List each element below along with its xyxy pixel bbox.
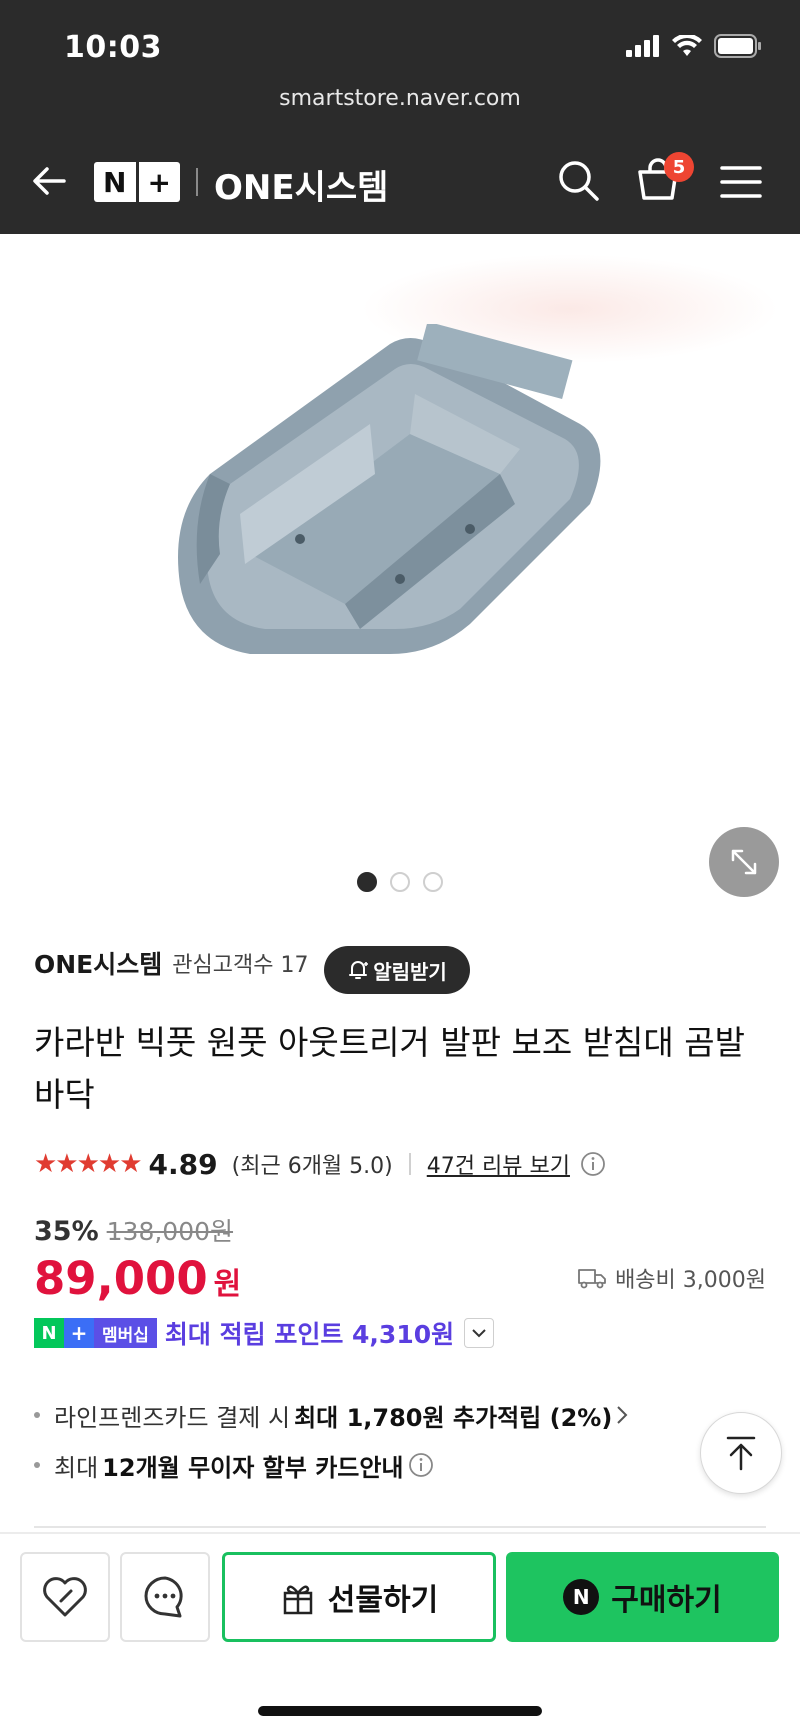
discount-row: 35% 138,000원 bbox=[34, 1212, 233, 1248]
wifi-icon bbox=[672, 35, 702, 56]
membership-badge-n: N bbox=[34, 1318, 64, 1348]
gift-button[interactable]: 선물하기 bbox=[222, 1552, 496, 1642]
gallery-dot-1[interactable] bbox=[357, 872, 377, 892]
bell-plus-icon bbox=[349, 961, 369, 979]
card-benefit[interactable]: 라인프렌즈카드 결제 시 최대 1,780원 추가적립 (2%) bbox=[34, 1390, 628, 1440]
truck-icon bbox=[578, 1269, 606, 1289]
expand-icon bbox=[731, 849, 757, 875]
membership-badge: N + 멤버십 bbox=[34, 1318, 157, 1348]
seller-name[interactable]: ONE시스템 bbox=[34, 945, 162, 981]
url-bar[interactable]: smartstore.naver.com bbox=[0, 86, 800, 111]
gallery-pagination bbox=[0, 872, 800, 892]
expand-image-button[interactable] bbox=[709, 827, 779, 897]
heart-icon bbox=[43, 1577, 87, 1617]
nav-divider bbox=[196, 168, 198, 196]
gift-icon bbox=[283, 1585, 313, 1615]
points-expand-button[interactable] bbox=[464, 1318, 495, 1348]
info-icon[interactable] bbox=[408, 1452, 434, 1478]
card-benefit-bold: 최대 1,780원 추가적립 (2%) bbox=[294, 1403, 613, 1432]
discount-rate: 35% bbox=[34, 1216, 99, 1247]
scroll-top-button[interactable] bbox=[700, 1412, 782, 1494]
gift-label: 선물하기 bbox=[327, 1583, 439, 1618]
max-points: 최대 적립 포인트 4,310원 bbox=[164, 1320, 455, 1349]
price-unit: 원 bbox=[213, 1267, 242, 1302]
signal-icon bbox=[626, 35, 659, 57]
rating-divider bbox=[408, 1153, 411, 1175]
product-title: 카라반 빅풋 원풋 아웃트리거 발판 보조 받침대 곰발바닥 bbox=[34, 1023, 745, 1114]
membership-badge-plus: + bbox=[64, 1318, 94, 1348]
product-image bbox=[178, 324, 601, 654]
price-row: 89,000 원 bbox=[34, 1252, 241, 1305]
naver-pay-icon: N bbox=[563, 1579, 600, 1615]
bottom-bar-border bbox=[0, 1532, 800, 1534]
status-time: 10:03 bbox=[64, 30, 162, 65]
store-nav: N + ONE시스템 5 bbox=[0, 140, 800, 224]
recent-rating: (최근 6개월 5.0) bbox=[231, 1154, 393, 1179]
cart-count-badge: 5 bbox=[664, 152, 694, 182]
bullet bbox=[34, 1462, 40, 1468]
chat-bubble-icon bbox=[144, 1576, 183, 1618]
chevron-down-icon bbox=[472, 1329, 486, 1338]
membership-row: N + 멤버십 최대 적립 포인트 4,310원 bbox=[34, 1316, 495, 1350]
search-icon[interactable] bbox=[556, 158, 602, 204]
interest-count: 관심고객수 17 bbox=[172, 953, 309, 978]
original-price: 138,000원 bbox=[106, 1217, 234, 1246]
store-name[interactable]: ONE시스템 bbox=[214, 160, 388, 209]
info-icon[interactable] bbox=[580, 1151, 606, 1177]
section-divider bbox=[34, 1526, 766, 1528]
alarm-label: 알림받기 bbox=[373, 959, 447, 984]
benefits-list: 라인프렌즈카드 결제 시 최대 1,780원 추가적립 (2%) 최대 12개월… bbox=[34, 1390, 628, 1490]
logo-n: N bbox=[103, 165, 127, 199]
logo-plus: + bbox=[147, 165, 171, 199]
shipping-info: 배송비 3,000원 bbox=[577, 1262, 766, 1294]
gallery-dot-2[interactable] bbox=[390, 872, 410, 892]
bullet bbox=[34, 1412, 40, 1418]
installment-bold: 12개월 무이자 할부 카드안내 bbox=[102, 1453, 404, 1482]
top-bar: 10:03 smartstore.naver.com N + ONE시스템 5 bbox=[0, 0, 800, 234]
battery-icon bbox=[714, 34, 761, 58]
rating-row: ★★★★★ 4.89 (최근 6개월 5.0) 47건 리뷰 보기 bbox=[34, 1146, 606, 1182]
review-link[interactable]: 47건 리뷰 보기 bbox=[427, 1148, 570, 1180]
alarm-button[interactable]: 알림받기 bbox=[324, 946, 470, 994]
card-benefit-text: 라인프렌즈카드 결제 시 bbox=[54, 1403, 291, 1432]
chevron-right-icon bbox=[617, 1406, 628, 1424]
buy-label: 구매하기 bbox=[611, 1583, 722, 1618]
sale-price: 89,000 bbox=[34, 1252, 208, 1305]
shipping-fee: 배송비 3,000원 bbox=[615, 1268, 766, 1293]
naver-plus-logo[interactable]: N + bbox=[94, 162, 180, 202]
home-indicator[interactable] bbox=[258, 1706, 542, 1716]
installment-benefit[interactable]: 최대 12개월 무이자 할부 카드안내 bbox=[34, 1440, 628, 1490]
chat-button[interactable] bbox=[120, 1552, 210, 1642]
back-arrow-icon[interactable] bbox=[28, 160, 70, 202]
buy-button[interactable]: N 구매하기 bbox=[506, 1552, 779, 1642]
seller-row: ONE시스템 관심고객수 17 bbox=[34, 945, 308, 981]
wishlist-button[interactable] bbox=[20, 1552, 110, 1642]
installment-text: 최대 bbox=[54, 1453, 99, 1482]
rating-stars: ★★★★★ bbox=[34, 1149, 143, 1179]
status-icons bbox=[626, 34, 762, 58]
arrow-up-icon bbox=[726, 1436, 756, 1471]
menu-icon[interactable] bbox=[720, 164, 762, 200]
membership-badge-label: 멤버십 bbox=[94, 1318, 157, 1348]
bottom-action-bar: 선물하기 N 구매하기 bbox=[0, 1540, 800, 1731]
gallery-dot-3[interactable] bbox=[423, 872, 443, 892]
rating-score: 4.89 bbox=[148, 1147, 218, 1181]
product-image-area[interactable] bbox=[0, 234, 800, 894]
